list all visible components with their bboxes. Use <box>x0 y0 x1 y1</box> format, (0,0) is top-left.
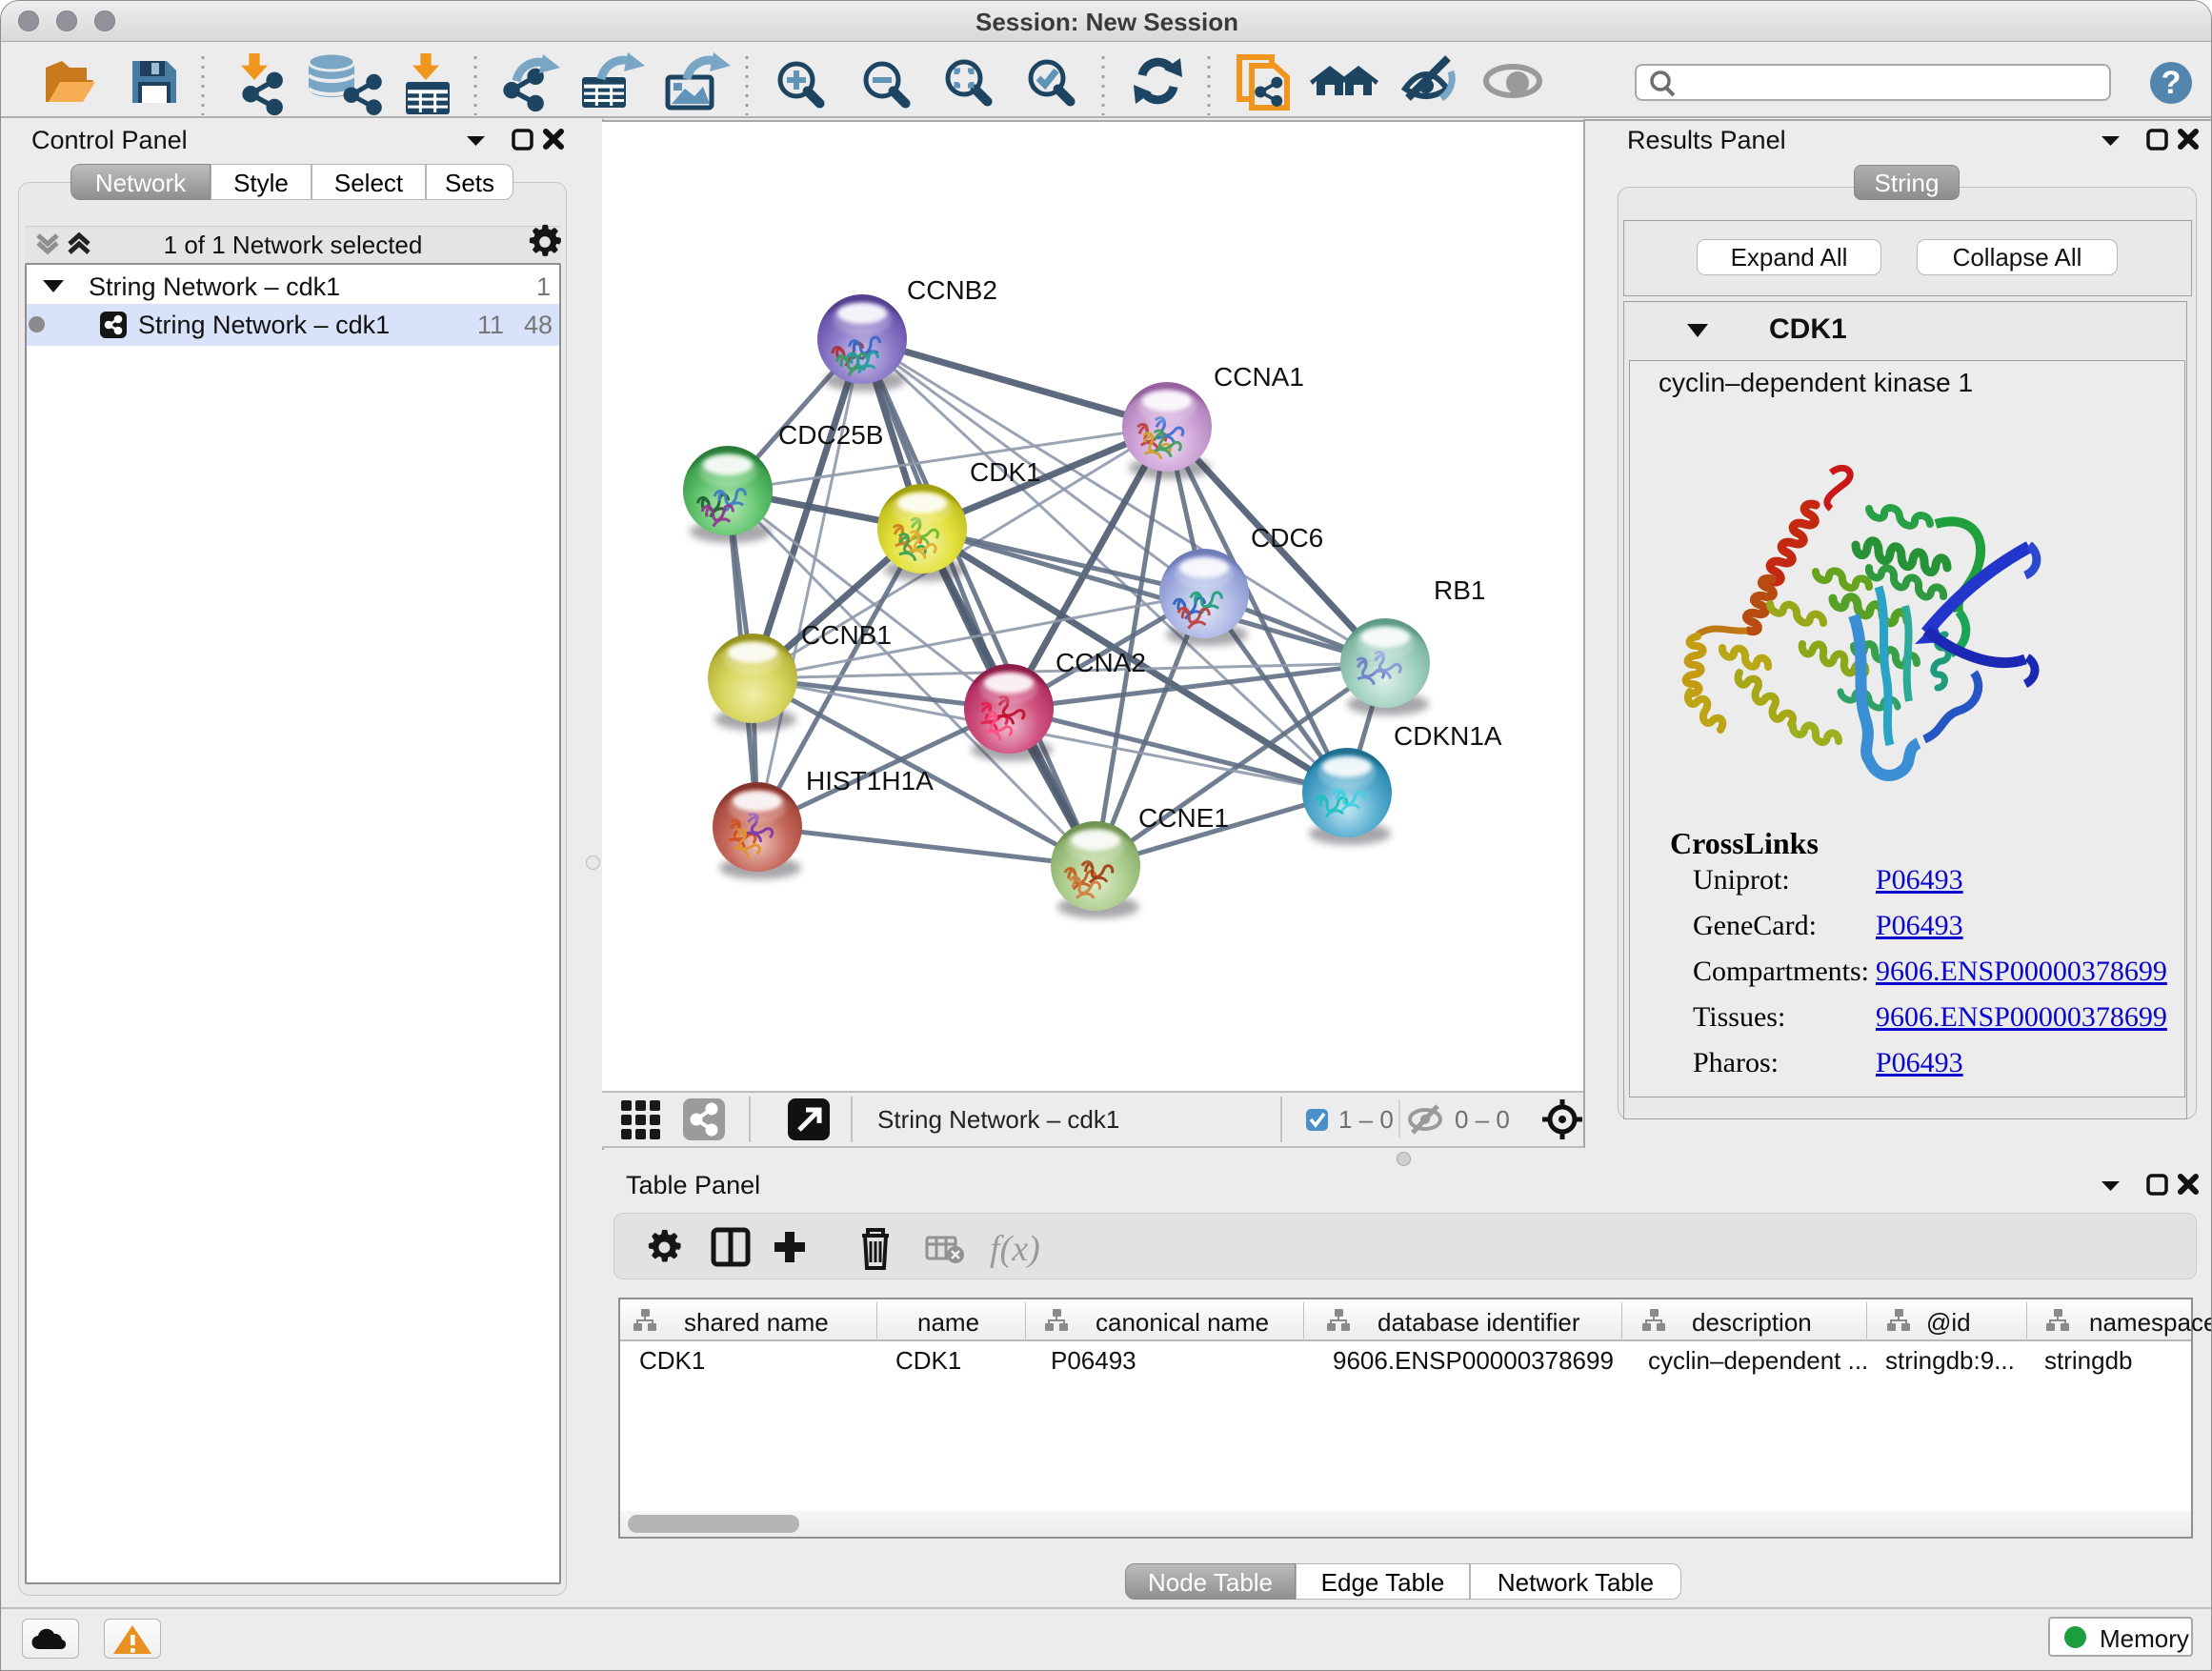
svg-text:CCNB1: CCNB1 <box>801 620 892 650</box>
svg-text:String Network – cdk1: String Network – cdk1 <box>877 1105 1119 1134</box>
svg-text:f(x): f(x) <box>990 1229 1040 1269</box>
svg-text:CCNA1: CCNA1 <box>1214 362 1304 392</box>
svg-text:CCNE1: CCNE1 <box>1138 803 1229 833</box>
svg-text:0 – 0: 0 – 0 <box>1455 1105 1510 1134</box>
svg-text:CDC25B: CDC25B <box>778 420 883 450</box>
svg-text:CDK1: CDK1 <box>970 457 1041 487</box>
svg-text:?: ? <box>2162 65 2182 101</box>
svg-text:CDC6: CDC6 <box>1251 523 1323 553</box>
svg-text:1 – 0: 1 – 0 <box>1338 1105 1394 1134</box>
svg-text:CCNA2: CCNA2 <box>1056 648 1146 677</box>
svg-text:CDKN1A: CDKN1A <box>1394 721 1502 751</box>
svg-text:HIST1H1A: HIST1H1A <box>806 766 934 795</box>
svg-text:RB1: RB1 <box>1434 575 1485 605</box>
svg-text:CCNB2: CCNB2 <box>907 275 997 305</box>
